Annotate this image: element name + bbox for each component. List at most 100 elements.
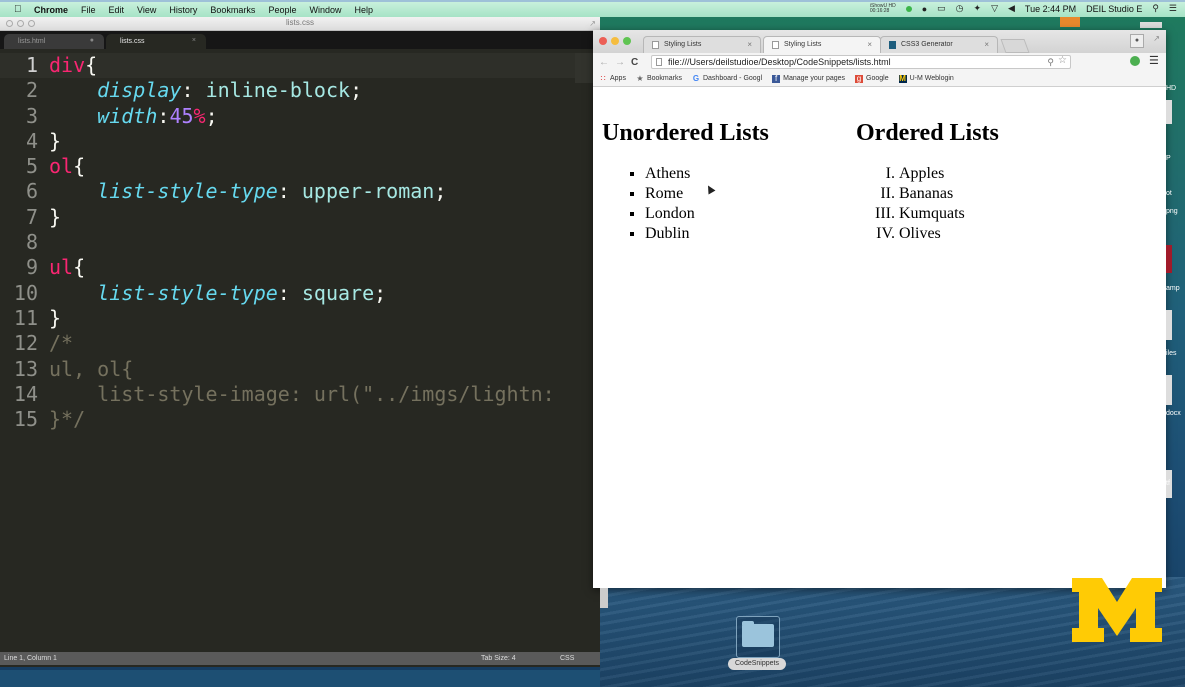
menu-window[interactable]: Window [309, 5, 341, 15]
recording-indicator[interactable]: iShowU HD 00:16:28 [870, 3, 896, 14]
code-line[interactable]: 4} [0, 129, 575, 154]
spotlight-search-icon[interactable]: ⚲ [1152, 3, 1159, 14]
desktop-file-label[interactable]: docx [1166, 410, 1181, 417]
desktop-drive-icon[interactable] [1140, 22, 1162, 28]
menu-help[interactable]: Help [354, 5, 373, 15]
close-tab-icon[interactable]: × [747, 40, 752, 49]
editor-tab-lists-css[interactable]: lists.css × [106, 34, 206, 49]
bookmark-apps[interactable]: ∷ Apps [599, 74, 626, 83]
editor-title-bar: lists.css ↗ [0, 17, 600, 31]
bookmark-star-icon[interactable]: ☆ [1058, 55, 1067, 67]
menu-file[interactable]: File [81, 5, 96, 15]
desktop-file-thumbnail[interactable] [1166, 310, 1172, 340]
notification-center-icon[interactable]: ☰ [1169, 3, 1177, 14]
syntax-selector[interactable]: CSS [560, 652, 574, 665]
code-line[interactable]: 3 width:45%; [0, 104, 575, 129]
airplay-icon[interactable]: ▭ [937, 3, 946, 14]
code-line[interactable]: 7} [0, 205, 575, 230]
editor-tab-lists-html[interactable]: lists.html ● [4, 34, 104, 49]
desktop-folder-codesnippets[interactable]: CodeSnippets [728, 616, 786, 670]
desktop-file-thumbnail[interactable] [1166, 100, 1172, 124]
line-number: 3 [25, 103, 38, 128]
bluetooth-icon[interactable]: ✦ [974, 3, 982, 14]
time-machine-icon[interactable]: ◷ [956, 3, 964, 14]
code-line[interactable]: 11} [0, 306, 575, 331]
code-line[interactable]: 8 [0, 230, 575, 255]
address-bar[interactable]: file:///Users/deilstudioe/Desktop/CodeSn… [651, 55, 1071, 69]
desktop-file-thumbnail[interactable] [1166, 375, 1172, 405]
browser-tab-strip: Styling Lists × CSS3 Generator × Styling… [593, 30, 1166, 53]
code-token: upper-roman [301, 179, 435, 204]
browser-tab-styling-lists-1[interactable]: Styling Lists × [643, 36, 761, 53]
desktop-file-label[interactable]: P [1166, 155, 1171, 162]
desktop-file-label[interactable]: tf [1166, 480, 1170, 487]
minimize-window-button[interactable] [611, 37, 619, 45]
wifi-icon[interactable]: ▽ [991, 3, 998, 14]
menu-people[interactable]: People [268, 5, 296, 15]
minimap[interactable] [575, 53, 595, 83]
hangouts-extension-icon[interactable] [1130, 56, 1140, 66]
bookmark-um-weblogin[interactable]: M U-M Weblogin [898, 74, 954, 83]
back-icon[interactable]: ← [599, 57, 609, 68]
code-line[interactable]: 5 ol{ [0, 154, 575, 179]
close-window-button[interactable] [599, 37, 607, 45]
apple-icon[interactable]:  [14, 4, 24, 15]
close-tab-icon[interactable]: × [867, 40, 872, 49]
user-name[interactable]: DEIL Studio E [1086, 4, 1142, 14]
code-line[interactable]: 2 display: inline-block; [0, 78, 575, 103]
list-item: London [645, 204, 852, 224]
code-token: ul [49, 255, 74, 280]
menu-view[interactable]: View [137, 5, 156, 15]
bookmark-dashboard-google[interactable]: G Dashboard - Googl [692, 74, 762, 83]
code-line[interactable]: 10 list-style-type: square; [0, 281, 575, 306]
zoom-window-button[interactable] [623, 37, 631, 45]
forward-icon[interactable]: → [615, 57, 625, 68]
bookmark-google[interactable]: g Google [855, 74, 889, 83]
code-line[interactable]: 12 /* [0, 331, 575, 356]
code-text: ol{ [49, 154, 85, 179]
code-token: { [73, 255, 86, 280]
volume-icon[interactable]: ◀ [1008, 3, 1015, 14]
desktop-file-label[interactable]: amp [1166, 285, 1180, 292]
code-area[interactable]: 1 div{2 display: inline-block; 3 width:45%… [0, 53, 575, 432]
close-tab-icon[interactable]: × [192, 37, 196, 44]
zoom-icon[interactable]: ⚲ [1047, 56, 1054, 68]
menu-history[interactable]: History [169, 5, 197, 15]
browser-tab-css3-generator[interactable]: CSS3 Generator × [880, 36, 998, 53]
code-line[interactable]: 13 ul, ol{ [0, 357, 575, 382]
code-line[interactable]: 1 div{ [0, 53, 575, 79]
menu-bookmarks[interactable]: Bookmarks [210, 5, 255, 15]
fullscreen-icon[interactable]: ↗ [589, 19, 596, 28]
profile-icon[interactable]: ● [1130, 34, 1144, 48]
desktop-file-label[interactable]: png [1166, 208, 1178, 215]
bookmark-bookmarks[interactable]: ★ Bookmarks [636, 74, 682, 83]
desktop-app-icon[interactable] [1060, 17, 1080, 27]
reload-icon[interactable]: C [631, 57, 641, 68]
code-text: } [49, 306, 61, 331]
desktop-file-thumbnail[interactable] [1166, 245, 1172, 273]
alien-icon[interactable]: ● [922, 4, 927, 14]
menu-app-name[interactable]: Chrome [34, 5, 68, 15]
browser-tab-styling-lists-2[interactable]: Styling Lists × [763, 36, 881, 53]
desktop-file-label[interactable]: ot [1166, 190, 1172, 197]
clock[interactable]: Tue 2:44 PM [1025, 4, 1076, 14]
line-number: 6 [25, 179, 38, 204]
code-token: { [73, 154, 86, 179]
desktop-file-label[interactable]: iles [1166, 350, 1177, 357]
code-line[interactable]: 15}*/ [0, 407, 575, 432]
fullscreen-icon[interactable]: ↗ [1153, 34, 1160, 43]
tab-size-selector[interactable]: Tab Size: 4 [481, 652, 516, 665]
close-tab-icon[interactable]: × [984, 40, 989, 49]
code-line[interactable]: 6 list-style-type: upper-roman; [0, 179, 575, 204]
unsaved-dot-icon[interactable]: ● [90, 37, 94, 44]
desktop-file-label[interactable]: HD [1166, 85, 1176, 92]
code-line[interactable]: 9 ul{ [0, 255, 575, 280]
chrome-menu-icon[interactable]: ☰ [1149, 54, 1159, 67]
code-line[interactable]: 14 list-style-image: url("../imgs/lightn… [0, 382, 575, 407]
unordered-list-section: Unordered Lists AthensRomeLondonDublin [602, 117, 852, 244]
new-tab-button[interactable] [1000, 39, 1030, 53]
bookmark-manage-your-pages[interactable]: f Manage your pages [772, 74, 845, 83]
menu-edit[interactable]: Edit [109, 5, 125, 15]
tab-title: CSS3 Generator [901, 41, 953, 48]
